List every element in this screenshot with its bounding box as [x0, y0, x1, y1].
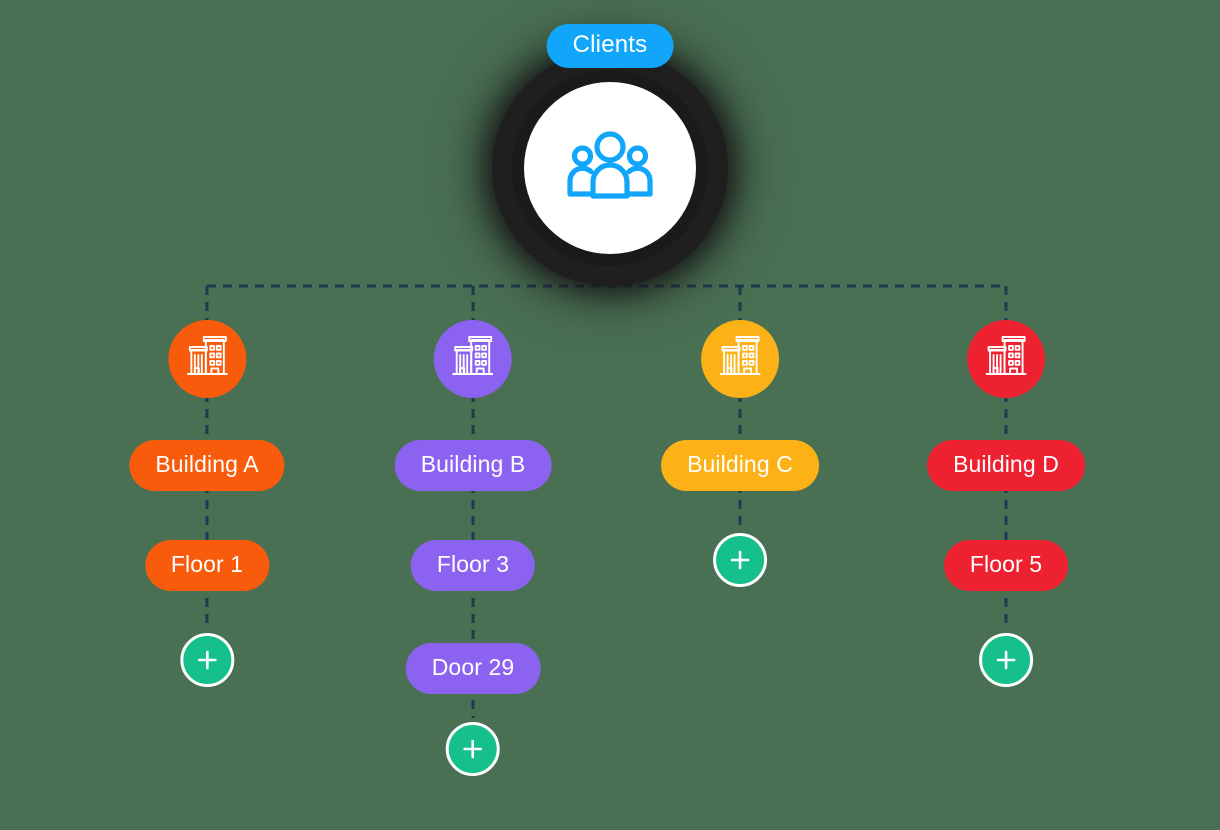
- gap: [1006, 591, 1007, 633]
- gap: [472, 694, 473, 722]
- building-icon: [450, 334, 496, 385]
- floor-5-pill[interactable]: Floor 5: [943, 540, 1069, 591]
- gap: [472, 398, 473, 440]
- people-group-icon: [567, 130, 653, 207]
- gap: [1006, 398, 1007, 440]
- floor-1-pill[interactable]: Floor 1: [144, 540, 270, 591]
- add-node-button-b[interactable]: [445, 722, 500, 776]
- gap: [207, 591, 208, 633]
- gap: [472, 591, 473, 643]
- building-b-pill[interactable]: Building B: [394, 440, 552, 491]
- building-d-icon-circle[interactable]: [967, 320, 1045, 398]
- building-c-pill[interactable]: Building C: [661, 440, 819, 491]
- plus-icon: [197, 650, 217, 670]
- column-building-c: Building C: [661, 320, 819, 587]
- root-label-badge[interactable]: Clients: [546, 24, 674, 68]
- building-icon: [717, 334, 763, 385]
- gap: [740, 398, 741, 440]
- gap: [1006, 491, 1007, 540]
- root-circle[interactable]: [524, 82, 696, 254]
- root-node-clients[interactable]: Clients: [480, 24, 740, 298]
- add-node-button-a[interactable]: [180, 633, 234, 687]
- building-d-pill[interactable]: Building D: [927, 440, 1085, 491]
- building-a-pill[interactable]: Building A: [129, 440, 285, 491]
- plus-icon: [730, 550, 750, 570]
- org-tree-canvas: Clients Building A Floor 1 Building B Fl…: [0, 0, 1220, 830]
- building-c-icon-circle[interactable]: [701, 320, 779, 398]
- add-node-button-d[interactable]: [979, 633, 1033, 687]
- building-b-icon-circle[interactable]: [433, 320, 512, 398]
- column-building-b: Building B Floor 3 Door 29: [394, 320, 552, 776]
- floor-3-pill[interactable]: Floor 3: [410, 540, 536, 591]
- plus-icon: [996, 650, 1016, 670]
- column-building-d: Building D Floor 5: [927, 320, 1085, 687]
- gap: [740, 491, 741, 533]
- door-29-pill[interactable]: Door 29: [405, 643, 541, 694]
- building-icon: [983, 334, 1029, 385]
- gap: [207, 398, 208, 440]
- gap: [472, 491, 473, 540]
- column-building-a: Building A Floor 1: [129, 320, 285, 687]
- gap: [207, 491, 208, 540]
- building-a-icon-circle[interactable]: [168, 320, 246, 398]
- plus-icon: [463, 739, 483, 759]
- building-icon: [184, 334, 230, 385]
- add-node-button-c[interactable]: [713, 533, 767, 587]
